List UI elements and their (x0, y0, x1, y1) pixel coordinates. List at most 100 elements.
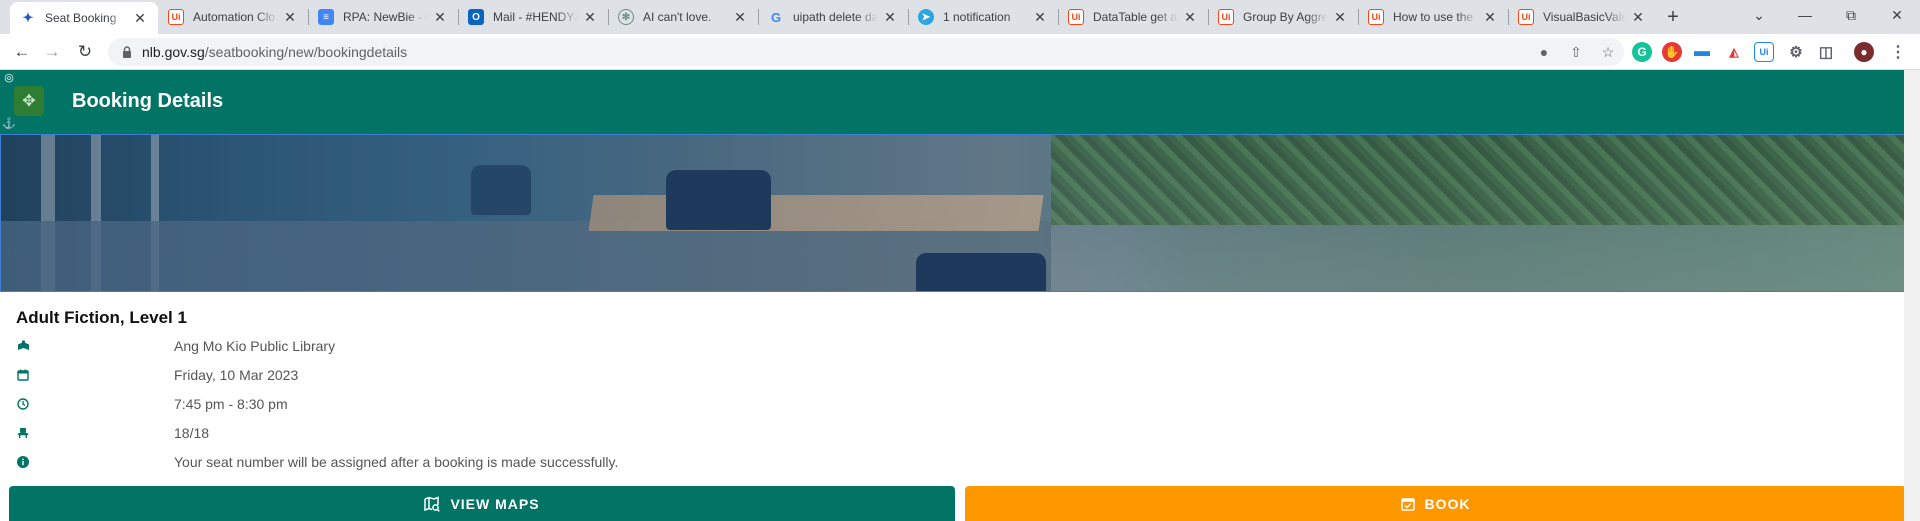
tab-title: Group By Aggre (1243, 10, 1328, 24)
page-title: Booking Details (72, 90, 224, 112)
book-label: BOOK (1424, 495, 1471, 512)
close-tab-icon[interactable]: ✕ (432, 9, 448, 26)
extension-blue-icon[interactable]: ▬ (1692, 42, 1712, 62)
close-tab-icon[interactable]: ✕ (1032, 9, 1048, 26)
nlb-icon: ✦ (22, 10, 34, 25)
uipath-icon: Ui (1218, 9, 1234, 25)
detail-date: Friday, 10 Mar 2023 (16, 365, 916, 385)
tab-seat-booking[interactable]: ✦ Seat Booking ✕ (10, 2, 158, 34)
restore-icon[interactable]: ⧉ (1828, 0, 1874, 30)
bookmark-star-icon[interactable]: ☆ (1596, 42, 1620, 62)
close-tab-icon[interactable]: ✕ (582, 9, 598, 26)
view-maps-button[interactable]: VIEW MAPS (9, 486, 955, 521)
tab-telegram[interactable]: ➤ 1 notification ✕ (908, 0, 1059, 34)
book-button[interactable]: BOOK (965, 486, 1906, 521)
close-tab-icon[interactable]: ✕ (1630, 9, 1646, 26)
detail-time: 7:45 pm - 8:30 pm (16, 394, 916, 414)
menu-kebab-icon[interactable]: ⋮ (1888, 42, 1908, 62)
address-bar[interactable]: nlb.gov.sg/seatbooking/new/bookingdetail… (108, 38, 1624, 66)
detail-text: Your seat number will be assigned after … (174, 454, 619, 470)
telegram-icon: ➤ (918, 9, 934, 25)
map-search-icon (424, 495, 441, 512)
banner-table (588, 195, 1044, 231)
share-icon[interactable]: ⇧ (1564, 42, 1588, 62)
tab-strip: ✦ Seat Booking ✕ Ui Automation Clo ✕ ≡ R… (0, 0, 1920, 34)
uipath-icon: Ui (1368, 9, 1384, 25)
tab-title: Seat Booking (45, 11, 117, 25)
extension-shield-icon[interactable]: ◭ (1724, 42, 1744, 62)
tab-mail[interactable]: O Mail - #HENDY# ✕ (458, 0, 609, 34)
close-tab-icon[interactable]: ✕ (1332, 9, 1348, 26)
close-tab-icon[interactable]: ✕ (1482, 9, 1498, 26)
uipath-icon: Ui (168, 9, 184, 25)
tab-datatable[interactable]: Ui DataTable get al ✕ (1058, 0, 1209, 34)
info-icon (16, 455, 30, 469)
close-tab-icon[interactable]: ✕ (882, 9, 898, 26)
tab-title: How to use the (1393, 10, 1474, 24)
banner-chair (916, 253, 1046, 291)
back-icon[interactable]: ← (8, 38, 36, 66)
tab-rpa-newbie[interactable]: ≡ RPA: NewBie - G ✕ (308, 0, 459, 34)
close-tab-icon[interactable]: ✕ (282, 9, 298, 26)
puzzle-icon[interactable]: ⚙ (1786, 42, 1806, 62)
close-tab-icon[interactable]: ✕ (732, 9, 748, 26)
extension-red-icon[interactable]: ✋ (1662, 42, 1682, 62)
side-panel-icon[interactable]: ◫ (1816, 42, 1836, 62)
uipath-icon: Ui (1068, 9, 1084, 25)
location-icon[interactable]: ● (1532, 42, 1556, 62)
location-title: Adult Fiction, Level 1 (16, 308, 187, 327)
tab-title: RPA: NewBie - G (343, 10, 428, 24)
tab-search-icon[interactable]: ⌄ (1736, 0, 1782, 30)
url-text: nlb.gov.sg/seatbooking/new/bookingdetail… (142, 44, 407, 60)
avatar[interactable]: ● (1854, 42, 1874, 62)
tab-title: uipath delete da (793, 10, 878, 24)
banner-chair (471, 165, 531, 215)
seat-icon (16, 426, 30, 440)
uipath-extension-icon[interactable]: Ui (1754, 42, 1774, 62)
url-path: /seatbooking/new/bookingdetails (204, 44, 408, 60)
target-icon[interactable]: ◎ (2, 70, 16, 84)
detail-library: Ang Mo Kio Public Library (16, 336, 916, 356)
anchor-icon[interactable]: ⚓ (2, 116, 16, 130)
tab-how-to-use[interactable]: Ui How to use the ✕ (1358, 0, 1509, 34)
detail-text: 7:45 pm - 8:30 pm (174, 396, 288, 412)
tab-automation-cloud[interactable]: Ui Automation Clo ✕ (158, 0, 309, 34)
close-tab-icon[interactable]: ✕ (1182, 9, 1198, 26)
tab-title: Automation Clo (193, 10, 276, 24)
forward-icon[interactable]: → (38, 38, 66, 66)
google-icon: G (770, 9, 782, 25)
calendar-icon (16, 368, 30, 382)
detail-text: Friday, 10 Mar 2023 (174, 367, 299, 383)
reload-icon[interactable]: ↻ (71, 38, 99, 66)
browser-toolbar: ← → ↻ nlb.gov.sg/seatbooking/new/booking… (0, 34, 1920, 70)
library-icon (16, 339, 30, 353)
outlook-icon: O (468, 9, 484, 25)
close-tab-icon[interactable]: ✕ (132, 10, 148, 27)
tab-visualbasic[interactable]: Ui VisualBasicValu ✕ (1508, 0, 1656, 34)
grammarly-icon[interactable]: G (1632, 42, 1652, 62)
view-maps-label: VIEW MAPS (450, 495, 540, 512)
page-scrollbar[interactable] (1904, 70, 1920, 521)
detail-info: Your seat number will be assigned after … (16, 452, 916, 472)
minimize-icon[interactable]: — (1782, 0, 1828, 30)
banner-glass (1051, 135, 1919, 291)
uipath-icon: Ui (1518, 9, 1534, 25)
new-tab-button[interactable]: + (1660, 0, 1686, 34)
lock-icon[interactable] (120, 46, 134, 58)
detail-text: Ang Mo Kio Public Library (174, 338, 336, 354)
tab-title: DataTable get al (1093, 10, 1178, 24)
tab-group-by[interactable]: Ui Group By Aggre ✕ (1208, 0, 1359, 34)
move-handle-icon[interactable]: ✥ (14, 86, 44, 116)
page-content: ✥ Booking Details ◎ ⚓ Adult Fiction, Lev… (0, 70, 1920, 521)
tab-title: AI can't love. (643, 10, 712, 24)
tab-title: 1 notification (943, 10, 1011, 24)
close-window-icon[interactable]: ✕ (1874, 0, 1920, 30)
detail-seats: 18/18 (16, 423, 916, 443)
docs-icon: ≡ (318, 9, 334, 25)
page-header: ✥ Booking Details (0, 70, 1904, 134)
openai-icon: ✻ (618, 9, 634, 25)
tab-title: VisualBasicValu (1543, 10, 1626, 24)
tab-google-search[interactable]: G uipath delete da ✕ (758, 0, 909, 34)
tab-ai-cant-love[interactable]: ✻ AI can't love. ✕ (608, 0, 759, 34)
detail-text: 18/18 (174, 425, 210, 441)
